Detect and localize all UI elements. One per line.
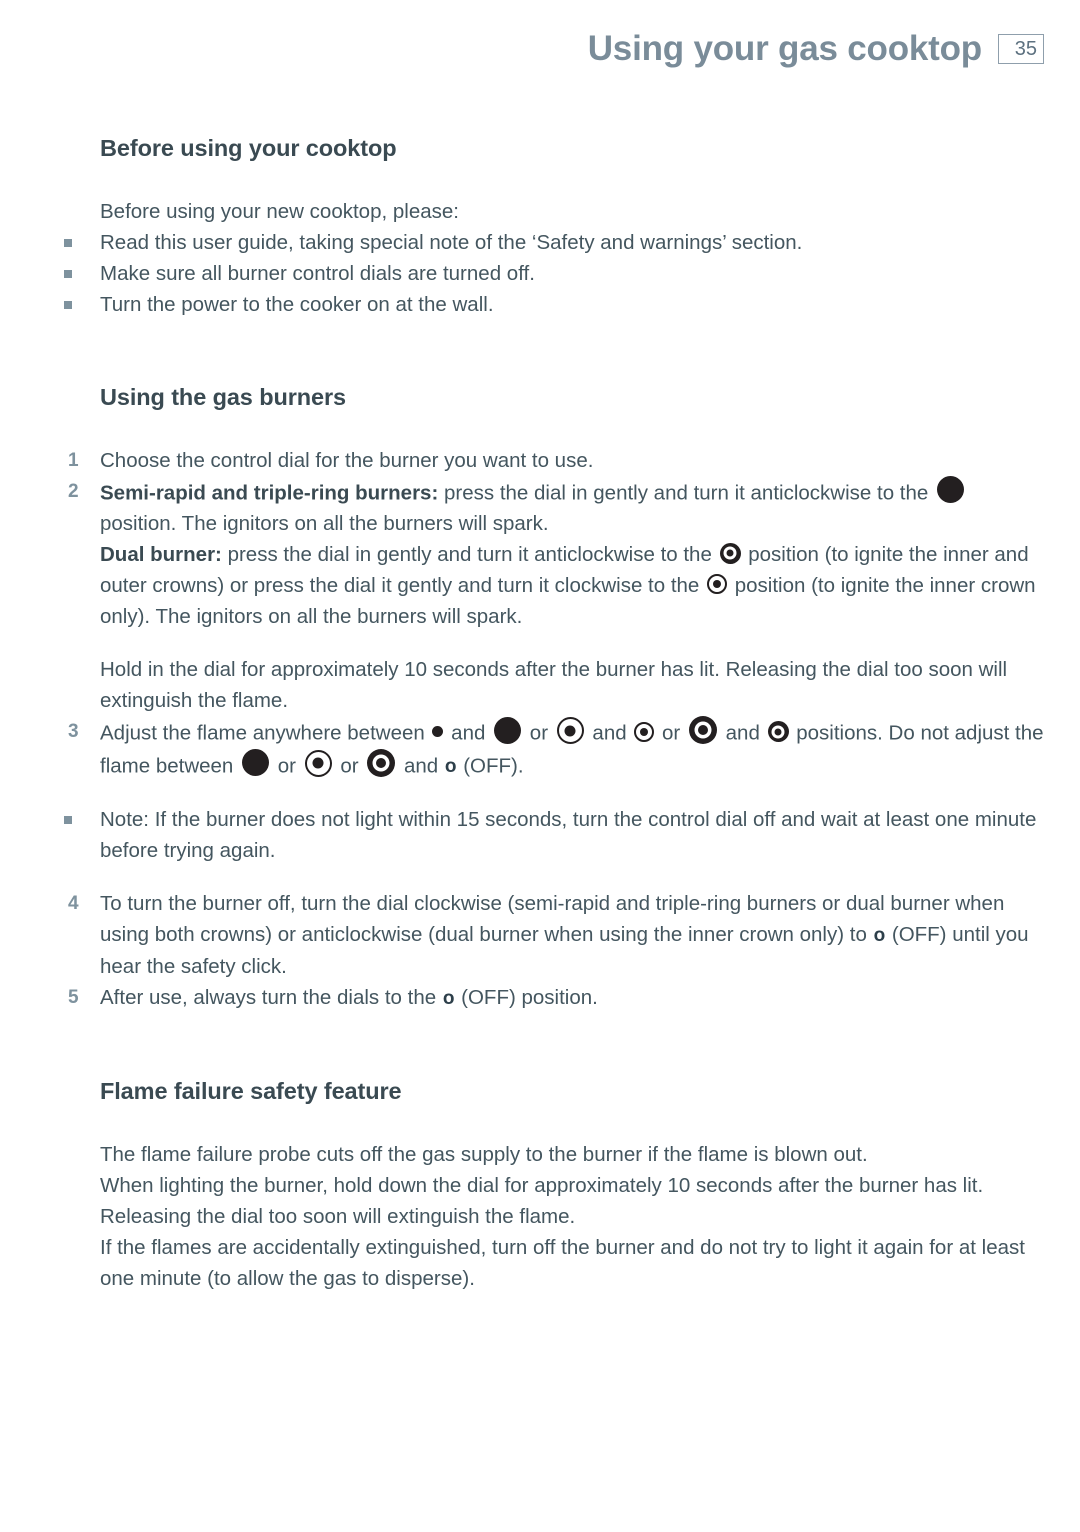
document-page: Using your gas cooktop 35 Before using y…	[0, 0, 1080, 1532]
burner-symbol-dual-crown-icon	[719, 542, 741, 564]
numbered-item-5: 5 After use, always turn the dials to th…	[68, 982, 1045, 1014]
page-number-box: 35	[998, 34, 1044, 65]
burner-symbol-full-flame-icon	[494, 716, 522, 744]
before-using-intro: Before using your new cooktop, please:	[100, 200, 459, 223]
flame-failure-paragraph-2: When lighting the burner, hold down the …	[100, 1174, 984, 1229]
page-title: Using your gas cooktop	[587, 29, 982, 68]
item-text: To turn the burner off, turn the dial cl…	[100, 888, 1045, 982]
burner-symbol-inner-crown-small-icon	[634, 721, 655, 742]
burner-symbol-off-icon: o	[442, 988, 455, 1010]
numbered-item-3: 3 Adjust the flame anywhere between and …	[68, 716, 1045, 782]
item3-and-4: and	[398, 754, 444, 778]
burner-symbol-dual-crown-large-icon	[688, 716, 717, 745]
item3-or-3: or	[272, 754, 302, 778]
page-header: Using your gas cooktop 35	[0, 29, 1044, 69]
item3-or-4: or	[334, 754, 365, 778]
list-item: Read this user guide, taking special not…	[64, 227, 1045, 258]
before-using-bullet-list: Read this user guide, taking special not…	[64, 227, 1045, 320]
square-bullet-icon	[64, 301, 72, 309]
item3-and-2: and	[586, 721, 633, 745]
item-number: 5	[68, 987, 79, 1009]
item5-text-a: After use, always turn the dials to the	[100, 986, 442, 1010]
bullet-text: Make sure all burner control dials are t…	[100, 262, 535, 285]
semi-rapid-label: Semi-rapid and triple-ring burners:	[100, 481, 439, 505]
note-text: Note: If the burner does not light withi…	[100, 808, 1037, 863]
flame-failure-paragraph-1: The flame failure probe cuts off the gas…	[100, 1143, 868, 1167]
square-bullet-icon	[64, 239, 72, 247]
flame-failure-paragraph-3: If the flames are accidentally extinguis…	[100, 1236, 1025, 1291]
list-item: Note: If the burner does not light withi…	[64, 804, 1045, 866]
heading-flame-failure-safety-feature: Flame failure safety feature	[100, 1078, 402, 1105]
page-number: 35	[1014, 37, 1037, 60]
burner-symbol-low-flame-icon	[432, 726, 444, 738]
heading-before-using-your-cooktop: Before using your cooktop	[100, 135, 397, 161]
semi-rapid-text-b: position. The ignitors on all the burner…	[100, 512, 549, 536]
burner-symbol-inner-crown-large-icon	[556, 717, 584, 745]
burner-symbol-full-flame-icon	[242, 749, 270, 776]
item-number: 3	[68, 721, 79, 743]
burner-symbol-dual-crown-large-icon	[367, 748, 396, 777]
item3-and-1: and	[445, 721, 492, 745]
hold-dial-paragraph: Hold in the dial for approximately 10 se…	[100, 658, 1008, 713]
item3-text-c: (OFF).	[457, 754, 524, 778]
item-text: After use, always turn the dials to the …	[100, 982, 1045, 1014]
numbered-item-1: 1 Choose the control dial for the burner…	[68, 445, 1045, 476]
burner-symbol-off-icon: o	[444, 756, 457, 778]
item5-text-b: (OFF) position.	[455, 986, 598, 1010]
burner-symbol-inner-crown-large-icon	[304, 749, 332, 777]
numbered-item-2: 2 Semi-rapid and triple-ring burners: pr…	[68, 476, 1045, 539]
burner-symbol-inner-crown-icon	[707, 574, 728, 595]
bullet-text: Turn the power to the cooker on at the w…	[100, 293, 494, 316]
bullet-text: Read this user guide, taking special not…	[100, 231, 803, 254]
dual-burner-text-a: press the dial in gently and turn it ant…	[221, 543, 718, 567]
document-content: Before using your cooktop Before using y…	[64, 135, 1045, 1294]
item4-text-a: To turn the burner off, turn the dial cl…	[100, 892, 1005, 947]
burner-symbol-full-flame-icon	[936, 476, 964, 503]
item-text: Semi-rapid and triple-ring burners: pres…	[100, 476, 1045, 539]
item3-or-1: or	[524, 721, 554, 745]
burner-symbol-off-icon: o	[873, 925, 886, 947]
burner-symbol-dual-crown-small-icon	[767, 721, 789, 743]
item3-text-a: Adjust the flame anywhere between	[100, 721, 431, 745]
item-text: Choose the control dial for the burner y…	[100, 449, 594, 472]
item-number: 1	[68, 450, 79, 471]
square-bullet-icon	[64, 816, 72, 825]
list-item: Make sure all burner control dials are t…	[64, 258, 1045, 289]
heading-using-the-gas-burners: Using the gas burners	[100, 384, 347, 410]
note-bullet-list: Note: If the burner does not light withi…	[64, 804, 1045, 866]
item3-and-3: and	[719, 721, 766, 745]
numbered-item-4: 4 To turn the burner off, turn the dial …	[68, 888, 1045, 982]
dual-burner-label: Dual burner:	[100, 543, 222, 567]
dual-burner-paragraph: Dual burner: press the dial in gently an…	[100, 539, 1045, 632]
square-bullet-icon	[64, 270, 72, 278]
item-number: 4	[68, 893, 79, 915]
item3-or-2: or	[656, 721, 686, 745]
list-item: Turn the power to the cooker on at the w…	[64, 289, 1045, 320]
item-text: Adjust the flame anywhere between and or…	[100, 716, 1045, 782]
semi-rapid-text-a: press the dial in gently and turn it ant…	[438, 481, 934, 505]
item-number: 2	[68, 481, 79, 502]
